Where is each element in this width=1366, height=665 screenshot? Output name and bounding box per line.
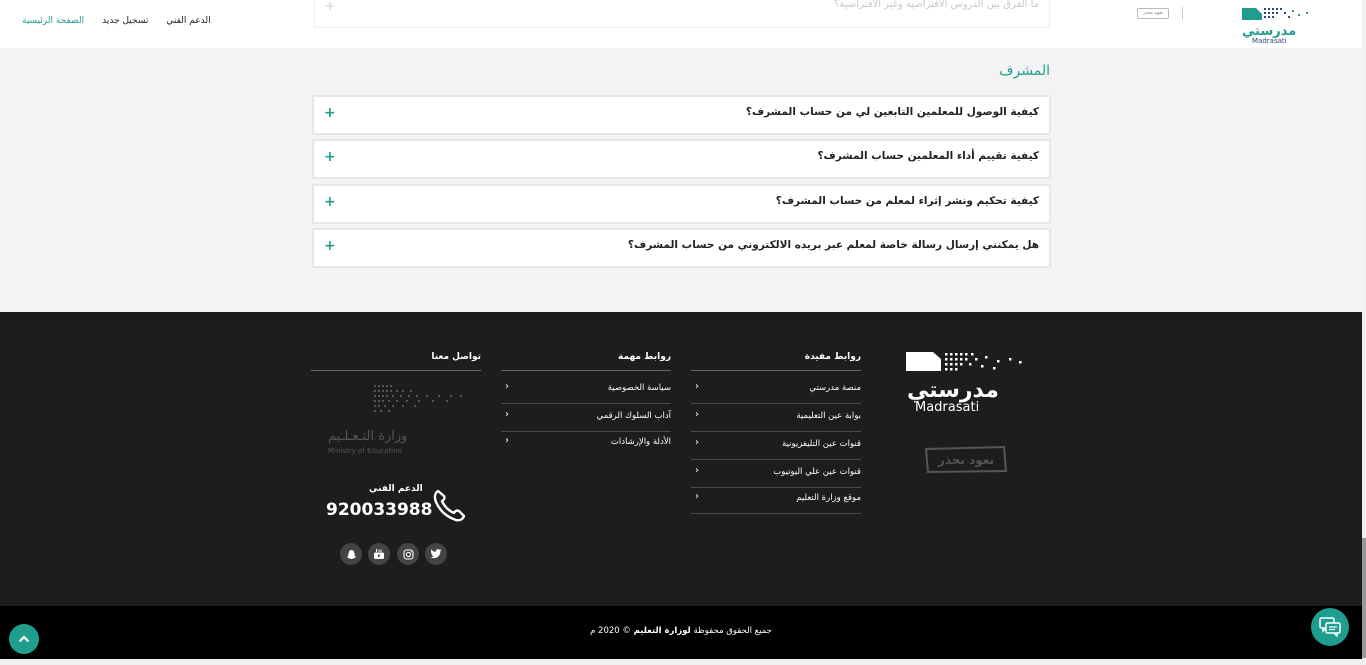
contact-title: تواصل معنا [431, 352, 481, 362]
faq-item[interactable]: كيفية تحكيم ونشر إثراء لمعلم من حساب الم… [312, 184, 1051, 224]
chevron-icon: › [695, 465, 699, 476]
chevron-icon: › [505, 381, 509, 392]
copyright-text: جميع الحقوق محفوظة لوزارة التعليم © 2020… [0, 626, 1362, 636]
faq-item[interactable]: كيفية الوصول للمعلمين التابعين لي من حسا… [312, 95, 1051, 135]
link-label: منصة مدرستي [809, 383, 861, 393]
footer-link[interactable]: منصة مدرستي › [691, 376, 861, 404]
faq-item-partial[interactable]: ما الفرق بين الدروس الافتراضية وغير الاف… [314, 0, 1050, 28]
ministry-name-ar: وزارة التـعـلـيم [328, 429, 407, 444]
plus-icon: + [324, 149, 336, 165]
chevron-icon: › [695, 437, 699, 448]
footer-link[interactable]: سياسة الخصوصية › [501, 376, 671, 404]
chevron-icon: › [695, 409, 699, 420]
ministry-name-en: Ministry of Education [328, 447, 402, 455]
nav-register-link[interactable]: تسجيل جديد [102, 16, 148, 26]
chat-button[interactable] [1311, 608, 1349, 646]
snapchat-icon[interactable] [340, 543, 362, 565]
chevron-icon: › [695, 491, 699, 502]
faq-question: كيفية تقييم أداء المعلمين حساب المشرف؟ [817, 150, 1039, 162]
divider [691, 370, 861, 371]
copyright-suffix: © 2020 م [590, 626, 631, 636]
plus-icon: + [324, 194, 336, 210]
link-label: قنوات عين التليفزيونية [781, 439, 861, 449]
nahood-logo: نعود بحذر [924, 444, 1008, 474]
divider [1182, 7, 1183, 20]
useful-links-title: روابط مفيدة [804, 352, 861, 362]
faq-question: هل يمكنني إرسال رسالة خاصة لمعلم عبر بري… [627, 239, 1039, 251]
scroll-thumb[interactable] [1362, 538, 1366, 658]
twitter-icon[interactable] [425, 543, 447, 565]
nahood-badge: نعود بحذر [1137, 8, 1169, 19]
plus-icon: + [324, 238, 336, 254]
footer-link[interactable]: موقع وزارة التعليم › [691, 486, 861, 514]
madrasati-logo: مدرستي Madrasati [905, 351, 1027, 415]
chevron-icon: › [505, 435, 509, 446]
nav-support-link[interactable]: الدعم الفني [166, 16, 210, 26]
copyright-prefix: جميع الحقوق محفوظة [693, 626, 772, 636]
link-label: موقع وزارة التعليم [796, 493, 861, 503]
window-bottom-edge [0, 659, 1362, 665]
link-label: بوابة عين التعليمية [796, 411, 861, 421]
nahood-text: نعود بحذر [937, 453, 994, 468]
divider [311, 370, 481, 371]
copyright-bar: جميع الحقوق محفوظة لوزارة التعليم © 2020… [0, 606, 1362, 659]
link-label: سياسة الخصوصية [607, 383, 671, 393]
faq-item[interactable]: هل يمكنني إرسال رسالة خاصة لمعلم عبر بري… [312, 228, 1051, 268]
instagram-icon[interactable] [397, 543, 419, 565]
faq-item[interactable]: كيفية تقييم أداء المعلمين حساب المشرف؟ + [312, 139, 1051, 179]
faq-question: كيفية تحكيم ونشر إثراء لمعلم من حساب الم… [775, 195, 1039, 207]
link-label: الأدلة والإرشادات [610, 437, 671, 447]
top-nav: الصفحة الرئيسية تسجيل جديد الدعم الفني [22, 16, 211, 26]
copyright-owner: لوزارة التعليم [633, 626, 691, 636]
plus-icon: + [324, 105, 336, 121]
important-links-title: روابط مهمة [617, 352, 671, 362]
chat-icon [1319, 617, 1341, 637]
link-label: قنوات عين علي اليوتيوب [773, 467, 861, 477]
header: الصفحة الرئيسية تسجيل جديد الدعم الفني م… [0, 0, 1366, 48]
footer-link[interactable]: قنوات عين التليفزيونية › [691, 432, 861, 460]
scroll-to-top-button[interactable] [9, 624, 39, 654]
link-label: آداب السلوك الرقمي [596, 411, 671, 421]
chevron-up-icon [18, 635, 30, 643]
footer-link[interactable]: الأدلة والإرشادات › [501, 430, 671, 458]
youtube-icon[interactable] [368, 543, 390, 565]
chevron-icon: › [505, 409, 509, 420]
support-number[interactable]: 920033988 [326, 500, 432, 520]
divider [501, 370, 671, 371]
footer-link[interactable]: بوابة عين التعليمية › [691, 404, 861, 432]
phone-icon [430, 487, 468, 523]
section-title: المشرف [999, 63, 1050, 79]
support-label: الدعم الفني [369, 484, 423, 494]
ministry-of-education-logo: وزارة التـعـلـيم Ministry of Education [326, 385, 466, 457]
nav-home-link[interactable]: الصفحة الرئيسية [22, 16, 84, 26]
logo-latin: Madrasati [1252, 37, 1287, 45]
faq-question: ما الفرق بين الدروس الافتراضية وغير الاف… [834, 0, 1039, 10]
footer: روابط مفيدة منصة مدرستي › بوابة عين التع… [0, 312, 1362, 606]
faq-question: كيفية الوصول للمعلمين التابعين لي من حسا… [745, 106, 1039, 118]
plus-icon: + [325, 0, 336, 13]
footer-link[interactable]: آداب السلوك الرقمي › [501, 404, 671, 432]
madrasati-logo[interactable]: مدرستي Madrasati [1240, 6, 1316, 46]
chevron-icon: › [695, 381, 699, 392]
footer-link[interactable]: قنوات عين علي اليوتيوب › [691, 460, 861, 488]
scrollbar[interactable] [1362, 0, 1366, 665]
logo-latin: Madrasati [915, 400, 979, 413]
